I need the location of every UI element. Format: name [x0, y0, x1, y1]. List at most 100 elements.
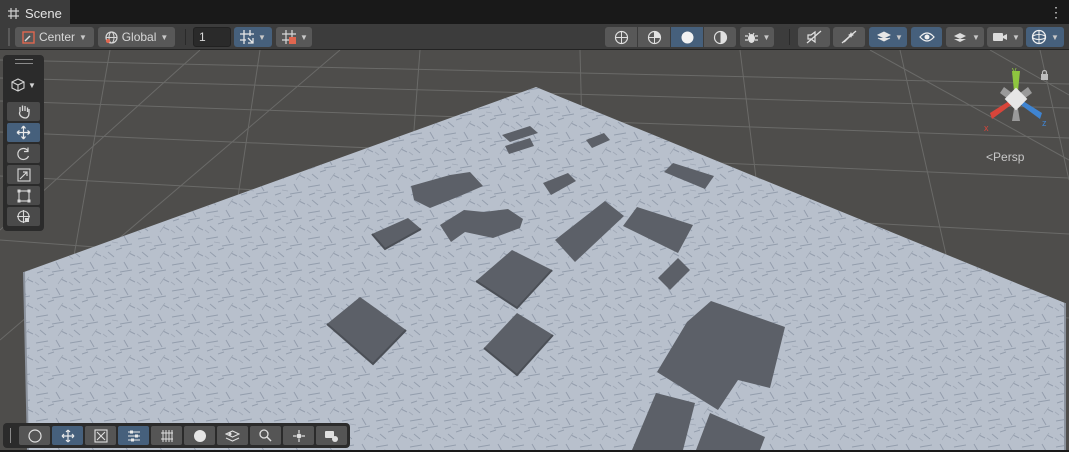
debug-icon — [744, 32, 758, 43]
rect-tool[interactable] — [7, 186, 40, 205]
move-icon — [16, 125, 31, 140]
chevron-down-icon: ▼ — [300, 32, 308, 42]
chevron-down-icon: ▼ — [972, 32, 980, 42]
chevron-down-icon: ▼ — [1012, 32, 1020, 42]
sphere-button[interactable] — [184, 426, 215, 445]
view-tool-hand[interactable] — [7, 102, 40, 121]
visibility-toggle-button[interactable] — [911, 27, 942, 47]
projection-toggle[interactable]: <Persp — [986, 150, 1024, 164]
align-icon — [127, 430, 140, 441]
move-icon — [61, 429, 74, 442]
search-icon — [259, 429, 272, 442]
more-options-icon[interactable]: ⋮ — [1049, 4, 1063, 20]
chevron-down-icon: ▼ — [160, 32, 169, 42]
increment-snap-button[interactable]: ▼ — [276, 27, 312, 47]
search-button[interactable] — [250, 426, 281, 445]
scale-icon — [16, 167, 31, 182]
shaded-wireframe-icon — [647, 30, 661, 44]
toolbar-grip — [8, 28, 10, 46]
transform-tool[interactable] — [7, 207, 40, 226]
pivot-icon — [22, 30, 35, 44]
chevron-down-icon: ▼ — [1051, 32, 1059, 42]
tab-scene[interactable]: Scene — [0, 0, 70, 24]
separator — [185, 29, 186, 45]
gizmos-dropdown[interactable]: ▼ — [1026, 27, 1064, 47]
transform-icon — [17, 210, 30, 223]
overlay-grip[interactable] — [10, 428, 11, 443]
chevron-left-icon: < — [986, 150, 994, 164]
increment-snap-icon — [282, 30, 296, 44]
pivot-mode-label: Center — [39, 30, 76, 44]
overlay-icon — [954, 33, 966, 42]
x-axis-label: x — [984, 123, 989, 133]
z-axis-label: z — [1042, 118, 1047, 128]
lighting-toggle-button[interactable] — [704, 27, 736, 47]
y-axis-label: y — [1012, 65, 1017, 75]
tab-bar: Scene ⋮ — [0, 0, 1069, 24]
rotate-tool[interactable] — [7, 144, 40, 163]
hand-icon — [18, 105, 30, 119]
rect-icon — [17, 189, 30, 202]
scene-visibility-layers-dropdown[interactable]: ▼ — [869, 27, 907, 47]
camera-icon — [993, 33, 1007, 41]
audio-toggle-button[interactable] — [798, 27, 830, 47]
grid-snap-icon — [240, 30, 254, 44]
grid-button[interactable] — [151, 426, 182, 445]
effects-toggle-button[interactable] — [833, 27, 865, 47]
wireframe-sphere-icon — [614, 30, 628, 44]
chevron-down-icon: ▼ — [79, 32, 87, 42]
grid-icon — [160, 429, 173, 442]
visibility-icon — [918, 32, 935, 42]
camera-icon — [325, 430, 338, 442]
bottom-scale-button[interactable] — [85, 426, 116, 445]
align-button[interactable] — [118, 426, 149, 445]
overlay-grip[interactable] — [15, 59, 33, 60]
move-tool[interactable] — [7, 123, 40, 142]
sphere-icon — [193, 429, 206, 442]
tab-label: Scene — [25, 5, 62, 21]
pivot-mode-dropdown[interactable]: Center ▼ — [15, 27, 94, 47]
separator — [789, 29, 790, 45]
rotate-icon — [17, 147, 30, 161]
pivot-icon — [292, 429, 305, 442]
grid-snap-button[interactable]: ▼ — [234, 27, 272, 47]
scale-tool[interactable] — [7, 165, 40, 184]
tool-context-dropdown[interactable]: ▼ — [7, 75, 40, 95]
tools-overlay: ▼ — [3, 55, 44, 231]
bottom-move-button[interactable] — [52, 426, 83, 445]
projection-label: Persp — [993, 150, 1025, 164]
scale-icon — [93, 428, 108, 443]
space-mode-label: Global — [121, 30, 157, 44]
lock-icon[interactable] — [1040, 70, 1049, 80]
grid-size-field[interactable]: 1 — [193, 27, 231, 47]
camera-settings-dropdown[interactable]: ▼ — [987, 27, 1023, 47]
layers-icon — [877, 31, 891, 42]
layers-icon — [225, 429, 240, 442]
layers-button[interactable] — [217, 426, 248, 445]
shaded-mode-button[interactable] — [671, 27, 703, 47]
wireframe-mode-button[interactable] — [605, 27, 637, 47]
overlay-grip[interactable] — [15, 63, 33, 64]
shaded-wireframe-mode-button[interactable] — [638, 27, 670, 47]
space-mode-dropdown[interactable]: Global ▼ — [98, 27, 175, 47]
effects-icon — [841, 30, 857, 44]
debug-draw-dropdown[interactable]: ▼ — [740, 27, 774, 47]
globe-icon — [105, 30, 118, 44]
bottom-overlay — [3, 423, 350, 448]
lighting-icon — [713, 30, 727, 44]
cube-icon — [11, 78, 25, 92]
audio-icon — [806, 30, 822, 44]
navigation-button[interactable] — [19, 426, 50, 445]
chevron-down-icon: ▼ — [762, 32, 771, 42]
shaded-sphere-icon — [681, 31, 693, 43]
chevron-down-icon: ▼ — [895, 32, 903, 42]
pivot-button[interactable] — [283, 426, 314, 445]
scene-toolbar: Center ▼ Global ▼ 1 ▼ ▼ ▼ ▼ ▼ ▼ ▼ — [0, 24, 1069, 50]
gizmos-icon — [1031, 29, 1047, 45]
overlay-dropdown[interactable]: ▼ — [946, 27, 984, 47]
navigation-icon — [27, 428, 42, 443]
camera-button[interactable] — [316, 426, 347, 445]
scene-render — [0, 50, 1069, 450]
grid-icon — [8, 7, 19, 19]
scene-viewport[interactable]: y x z <Persp — [0, 50, 1069, 450]
